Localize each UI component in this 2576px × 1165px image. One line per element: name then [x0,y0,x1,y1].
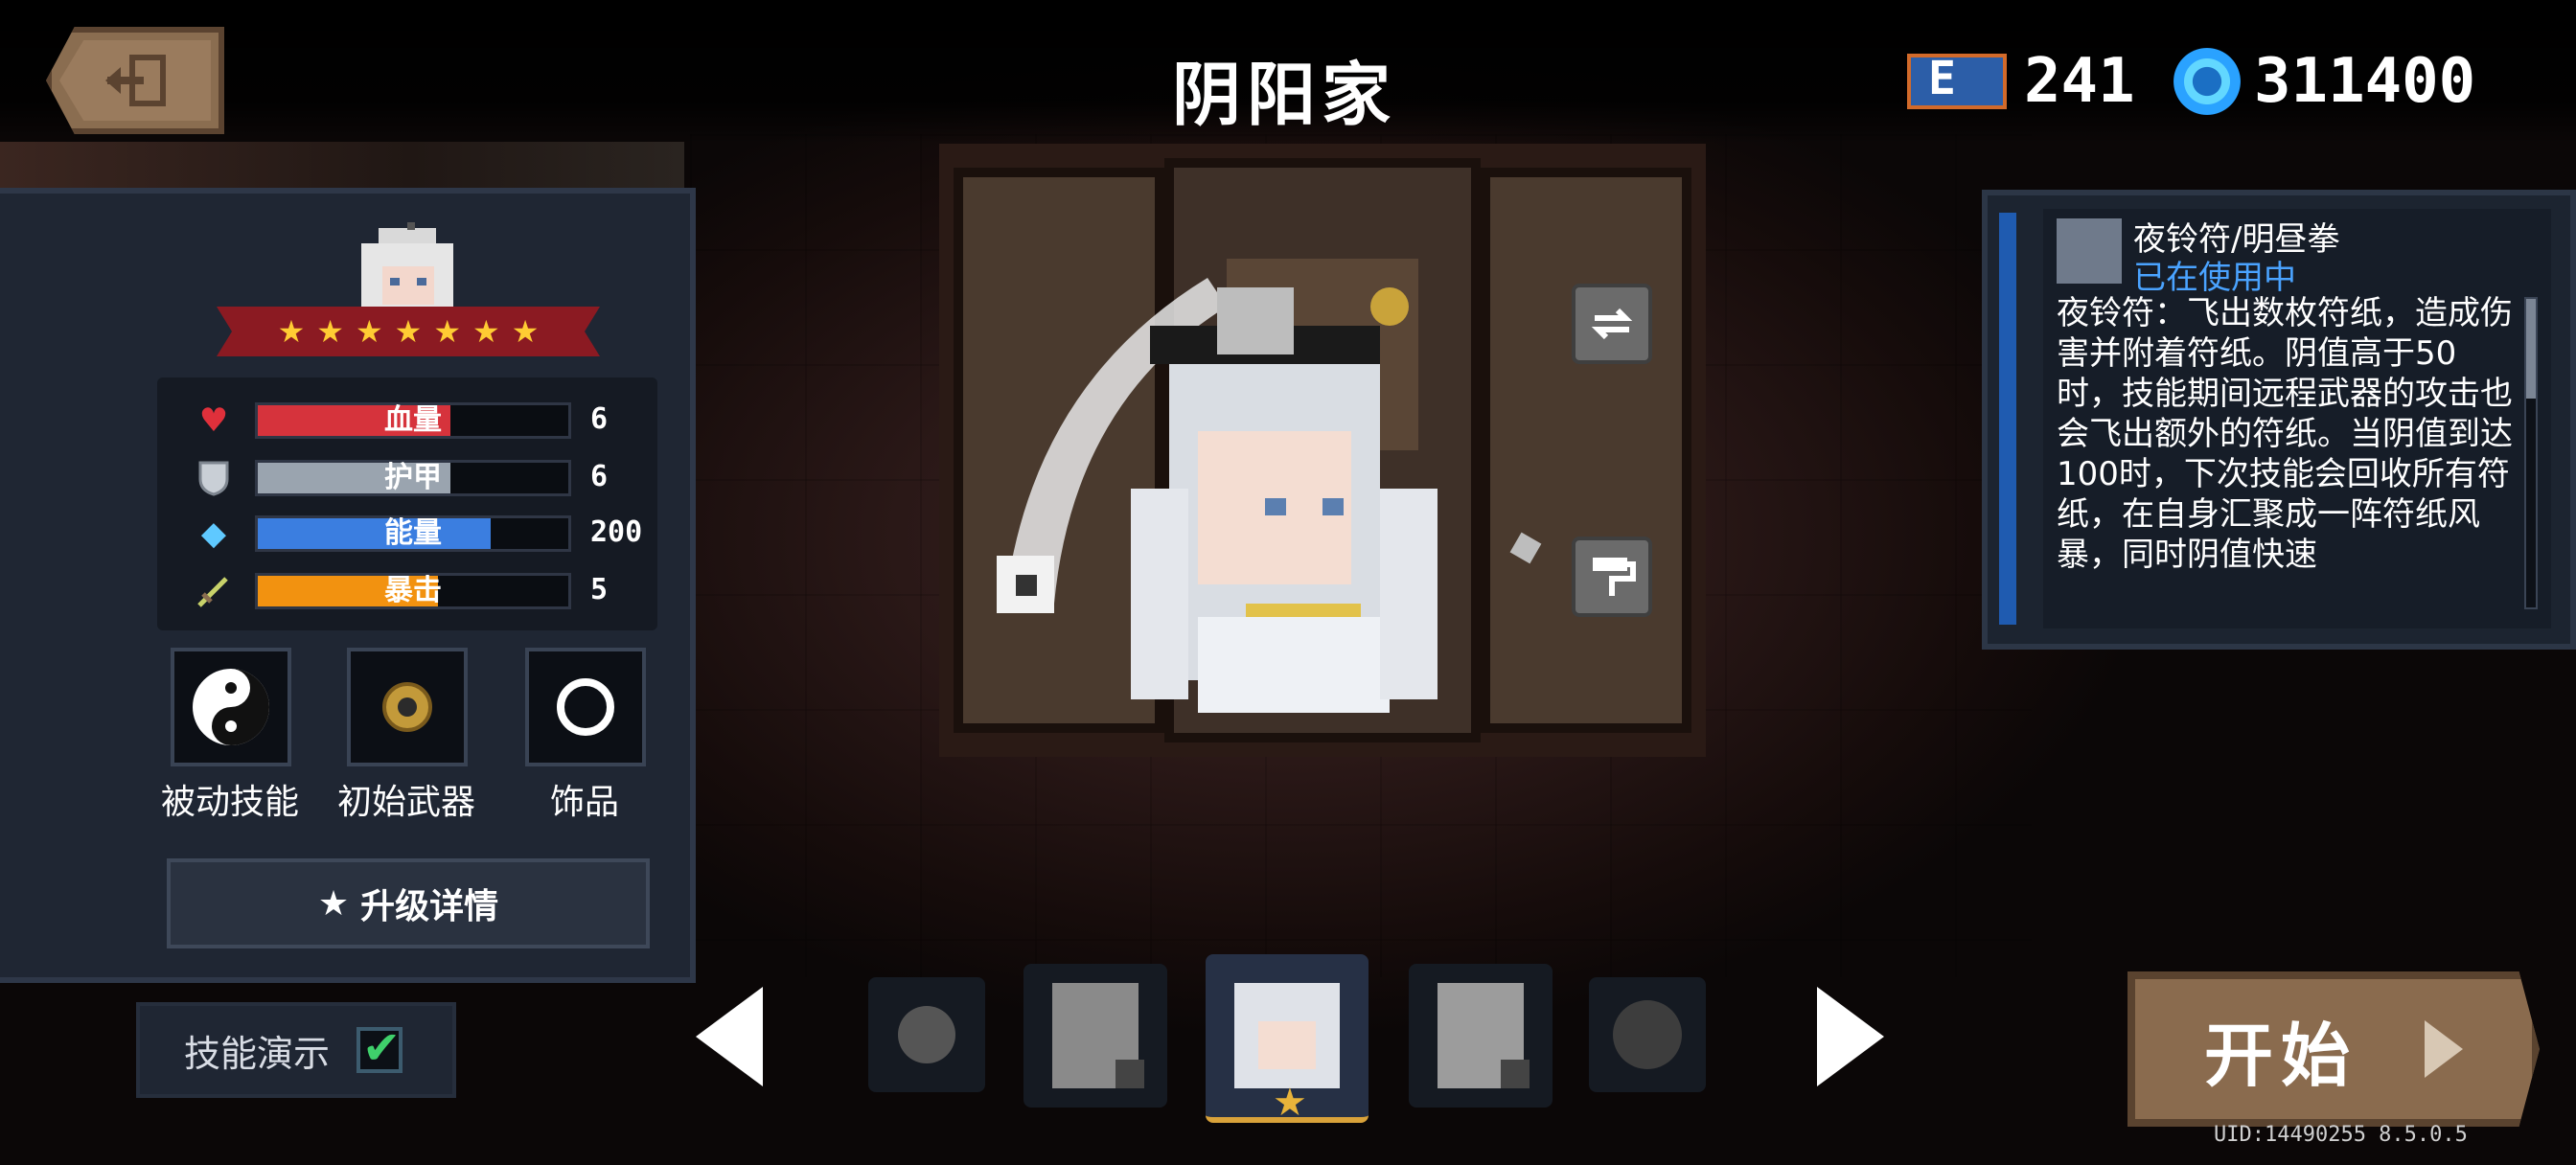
play-arrow-icon [2425,1020,2463,1078]
svg-text:★: ★ [1273,1081,1307,1117]
upgrade-details-label: 升级详情 [360,887,499,926]
character-slot-1[interactable] [868,977,985,1092]
upgrade-details-button[interactable]: ★ 升级详情 [167,858,650,948]
gem-ticket-icon [1907,52,2007,109]
skill-scrollbar[interactable] [2524,297,2538,609]
gem-counter: 241 [1907,46,2135,117]
shield-icon [196,460,232,496]
accessory-label: 饰品 [549,783,619,822]
rank-star-icon: ★ [277,313,306,350]
stat-row-energy: ◆ 能量 200 [196,512,642,554]
armor-label: 护甲 [384,461,442,494]
passive-skill-slot[interactable] [171,648,291,766]
start-button[interactable]: 开始 [2128,971,2540,1127]
skill-thumbnail [2057,218,2122,284]
stat-row-crit: 暴击 5 [196,569,636,611]
prev-character-arrow[interactable] [696,987,763,1086]
swap-icon [1591,308,1633,340]
energy-label: 能量 [384,516,442,550]
back-button[interactable] [46,27,224,134]
paint-skin-button[interactable] [1572,537,1652,617]
starting-weapon-slot[interactable] [347,648,468,766]
energy-bar: 能量 [255,515,571,552]
skill-status: 已在使用中 [2133,259,2296,297]
character-portrait [361,222,453,314]
hp-bar: 血量 [255,402,571,439]
sword-icon [196,573,232,609]
bell-charm-icon [382,682,432,732]
crit-bar: 暴击 [255,573,571,609]
locked-character-icon [1613,1000,1682,1069]
character-slot-2[interactable] [1024,964,1167,1108]
swap-skin-button[interactable] [1572,284,1652,364]
paint-roller-icon [1593,558,1636,596]
gem-count: 241 [2024,46,2135,117]
coin-icon [2174,48,2241,115]
left-panel-header-strip [0,142,684,188]
character-slot-4[interactable] [1409,964,1552,1108]
star-icon: ★ [317,883,350,924]
character-sprite [997,278,1542,713]
page-title: 阴阳家 [1171,55,1396,135]
rank-star-icon: ★ [511,313,540,350]
hp-label: 血量 [384,403,442,437]
hp-value: 6 [590,402,609,436]
skill-demo-checkbox[interactable] [356,1021,403,1075]
exit-icon [105,55,166,106]
rank-banner: ★ ★ ★ ★ ★ ★ ★ [217,307,600,356]
yin-yang-icon [193,669,269,745]
energy-value: 200 [590,515,643,549]
character-slot-selected[interactable]: ★ [1206,954,1368,1125]
coin-counter: 311400 [2174,46,2475,117]
next-character-arrow[interactable] [1817,987,1884,1086]
crit-value: 5 [590,573,609,606]
rank-star-icon: ★ [355,313,383,350]
uid-version: UID:14490255 8.5.0.5 [2214,1123,2468,1147]
accessory-slot[interactable] [525,648,646,766]
locked-character-icon [898,1006,955,1063]
armor-value: 6 [590,460,609,493]
rank-star-icon: ★ [316,313,344,350]
stat-row-armor: 护甲 6 [196,456,636,498]
armor-bar: 护甲 [255,460,571,496]
skill-demo-toggle[interactable]: 技能演示 [136,1002,456,1098]
heart-icon: ♥ [198,401,229,440]
rank-star-icon: ★ [394,313,423,350]
character-slot-5[interactable] [1589,977,1706,1092]
skill-demo-label: 技能演示 [184,1032,331,1075]
stat-row-hp: ♥ 血量 6 [196,399,636,441]
locked-character-icon [1052,983,1144,1088]
rank-star-icon: ★ [472,313,500,350]
rank-star-icon: ★ [433,313,462,350]
ring-icon [557,678,614,736]
crystal-icon: ◆ [200,514,227,553]
skill-panel-accent [1999,213,2016,625]
stats-list: ♥ 血量 6 护甲 6 ◆ 能量 200 暴击 5 [157,377,657,630]
coin-count: 311400 [2254,46,2476,117]
starting-weapon-label: 初始武器 [336,783,475,822]
passive-skill-label: 被动技能 [160,783,299,822]
selected-character-icon: ★ [1234,983,1340,1125]
locked-character-icon [1438,983,1530,1088]
start-label: 开始 [2203,1015,2358,1096]
skill-description: 夜铃符：飞出数枚符纸，造成伤害并附着符纸。阴值高于50时，技能期间远程武器的攻击… [2057,294,2513,574]
crit-label: 暴击 [384,574,442,607]
